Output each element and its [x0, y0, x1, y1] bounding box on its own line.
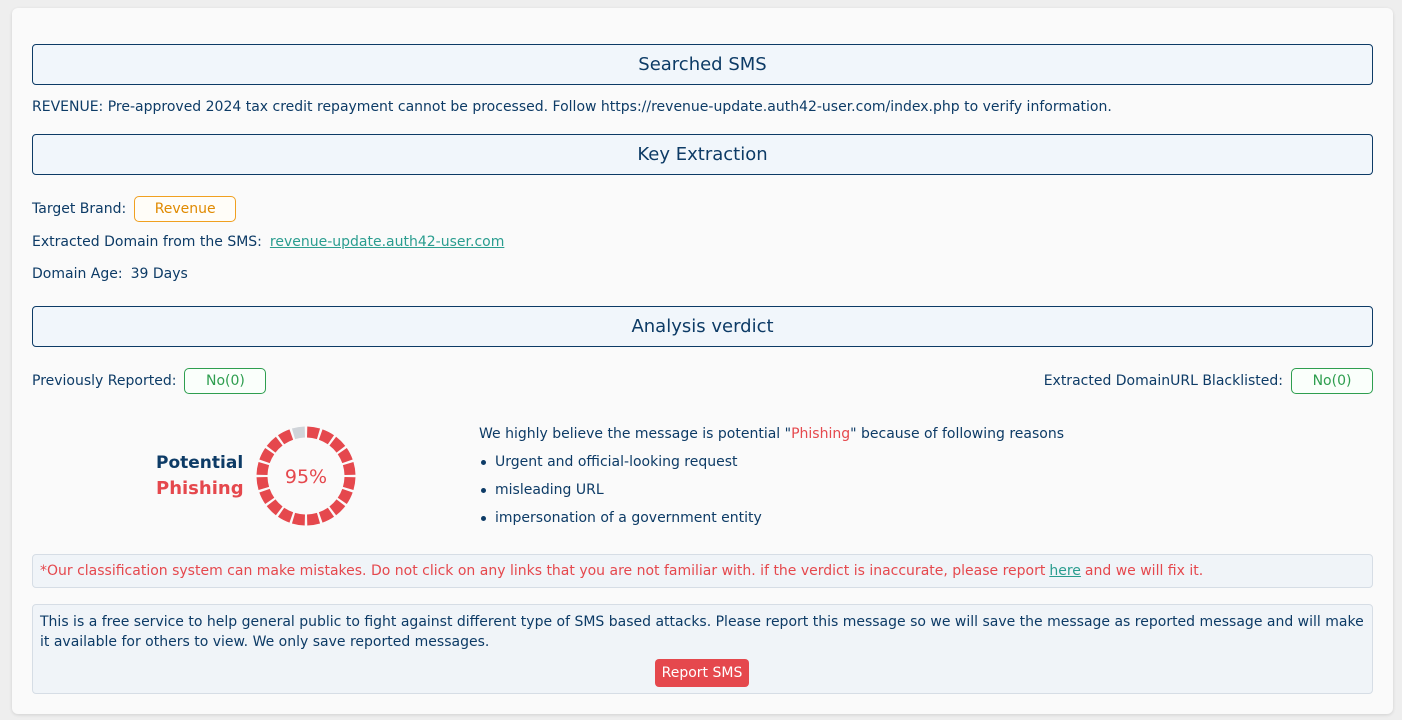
- verdict-line-2: Phishing: [156, 478, 244, 499]
- target-brand-label: Target Brand:: [32, 201, 127, 217]
- donut-segment-filled: [318, 507, 335, 523]
- result-card: Searched SMS REVENUE: Pre-approved 2024 …: [12, 8, 1393, 714]
- domain-age-row: Domain Age: 39 Days: [32, 266, 188, 282]
- previously-reported-label: Previously Reported:: [32, 373, 177, 389]
- donut-segment-filled: [329, 436, 346, 453]
- reasons-intro-prefix: We highly believe the message is potenti…: [479, 426, 792, 442]
- extracted-domain-row: Extracted Domain from the SMS: revenue-u…: [32, 234, 504, 250]
- donut-segment-filled: [266, 436, 283, 453]
- info-text: This is a free service to help general p…: [40, 614, 1364, 650]
- report-here-link[interactable]: here: [1049, 563, 1081, 579]
- reasons-list: Urgent and official-looking request misl…: [479, 448, 1064, 532]
- domain-age-value: 39 Days: [130, 266, 188, 282]
- analysis-verdict-title: Analysis verdict: [631, 316, 774, 337]
- reason-item: Urgent and official-looking request: [479, 448, 1064, 476]
- donut-segment-filled: [337, 447, 353, 464]
- blacklisted-row: Extracted DomainURL Blacklisted: No(0): [1044, 368, 1373, 394]
- donut-segment-filled: [259, 447, 275, 464]
- previously-reported-badge: No(0): [184, 368, 267, 394]
- verdict-line-1: Potential: [156, 453, 244, 473]
- disclaimer-text-suffix: and we will fix it.: [1084, 563, 1204, 579]
- score-percentage-text: 95%: [285, 466, 327, 488]
- reasons-panel: We highly believe the message is potenti…: [479, 426, 1064, 532]
- target-brand-row: Target Brand: Revenue: [32, 196, 237, 222]
- sms-message-text: REVENUE: Pre-approved 2024 tax credit re…: [32, 99, 1112, 115]
- donut-segment-filled: [337, 488, 353, 505]
- disclaimer-box: *Our classification system can make mist…: [32, 554, 1373, 588]
- verdict-label: Potential Phishing: [156, 450, 244, 502]
- previously-reported-row: Previously Reported: No(0): [32, 368, 267, 394]
- donut-segment-filled: [277, 507, 294, 523]
- donut-segment-filled: [329, 499, 346, 516]
- score-donut-chart: 95%: [256, 426, 356, 526]
- key-extraction-title: Key Extraction: [637, 144, 768, 165]
- donut-segment-filled: [318, 429, 335, 445]
- donut-segment-filled: [291, 512, 306, 526]
- reason-item: impersonation of a government entity: [479, 504, 1064, 532]
- donut-segment-filled: [259, 488, 275, 505]
- domain-age-label: Domain Age:: [32, 266, 123, 282]
- extracted-domain-label: Extracted Domain from the SMS:: [32, 234, 262, 250]
- donut-segment-empty: [291, 426, 306, 440]
- donut-segment-filled: [342, 476, 356, 491]
- reasons-intro: We highly believe the message is potenti…: [479, 426, 1064, 442]
- searched-sms-header: Searched SMS: [32, 44, 1373, 85]
- donut-segment-filled: [277, 429, 294, 445]
- reasons-intro-suffix: " because of following reasons: [850, 426, 1065, 442]
- extracted-domain-link[interactable]: revenue-update.auth42-user.com: [270, 234, 504, 250]
- searched-sms-title: Searched SMS: [638, 54, 767, 75]
- blacklisted-label: Extracted DomainURL Blacklisted:: [1043, 373, 1283, 389]
- key-extraction-header: Key Extraction: [32, 134, 1373, 175]
- donut-segment-filled: [306, 426, 321, 440]
- reason-item: misleading URL: [479, 476, 1064, 504]
- donut-segment-filled: [266, 499, 283, 516]
- donut-segment-filled: [256, 476, 270, 491]
- blacklisted-badge: No(0): [1291, 368, 1373, 394]
- analysis-verdict-header: Analysis verdict: [32, 306, 1373, 347]
- donut-segment-filled: [342, 461, 356, 476]
- reasons-intro-highlight: Phishing: [791, 426, 851, 442]
- report-sms-button[interactable]: Report SMS: [655, 659, 749, 687]
- target-brand-badge: Revenue: [134, 196, 237, 222]
- donut-segment-filled: [306, 512, 321, 526]
- disclaimer-text-prefix: *Our classification system can make mist…: [40, 563, 1046, 579]
- donut-segment-filled: [256, 461, 270, 476]
